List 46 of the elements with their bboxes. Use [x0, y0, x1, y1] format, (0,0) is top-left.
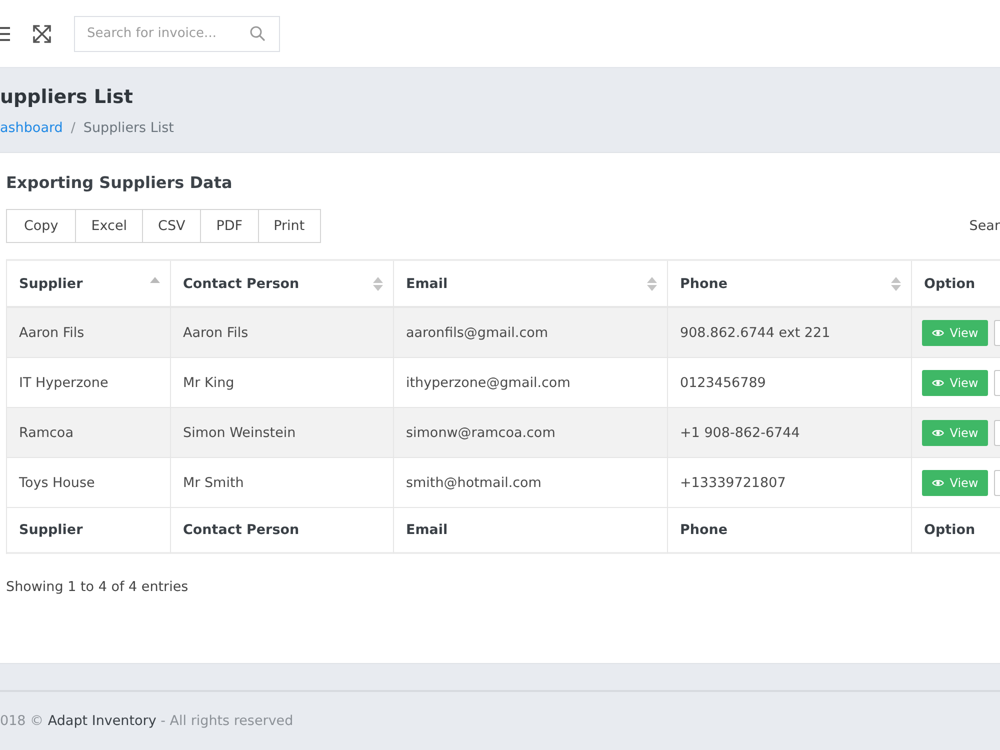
table-cell: aaronfils@gmail.com	[394, 308, 668, 358]
table-cell: +1 908-862-6744	[668, 408, 912, 458]
eye-icon	[932, 428, 944, 436]
entries-info: Showing 1 to 4 of 4 entries	[6, 578, 188, 597]
export-button[interactable]: CSV	[142, 209, 202, 243]
export-button[interactable]: Excel	[75, 209, 144, 243]
column-footer: Phone	[668, 508, 912, 554]
eye-icon	[932, 378, 944, 386]
table-cell: Aaron Fils	[171, 308, 394, 358]
card-title: Exporting Suppliers Data	[6, 172, 232, 194]
company-link[interactable]: Adapt Inventory	[48, 713, 156, 729]
table-cell: Aaron Fils	[7, 308, 171, 358]
copyright-text: 018 © Adapt Inventory - All rights reserved	[0, 713, 294, 729]
eye-icon	[932, 328, 944, 336]
search-field[interactable]: Search for invoice...	[74, 16, 280, 52]
menu-icon[interactable]	[0, 26, 10, 40]
column-footer: Contact Person	[171, 508, 394, 554]
option-button[interactable]	[994, 470, 1000, 496]
page-title: uppliers List	[0, 85, 133, 110]
expand-icon[interactable]	[33, 24, 51, 42]
breadcrumb-current: Suppliers List	[83, 119, 174, 138]
table-cell: +13339721807	[668, 458, 912, 508]
table-cell: Toys House	[7, 458, 171, 508]
option-button[interactable]	[994, 320, 1000, 346]
breadcrumb-separator: /	[70, 119, 76, 138]
search-icon[interactable]	[250, 26, 265, 40]
search-label: Sear	[969, 218, 1000, 234]
table-cell: Ramcoa	[7, 408, 171, 458]
sort-up-icon[interactable]	[150, 276, 160, 282]
table-cell: simonw@ramcoa.com	[394, 408, 668, 458]
table-cell: smith@hotmail.com	[394, 458, 668, 508]
sort-icon[interactable]	[647, 276, 657, 290]
table-cell: 908.862.6744 ext 221	[668, 308, 912, 358]
export-button[interactable]: PDF	[200, 209, 259, 243]
sort-icon[interactable]	[373, 276, 383, 290]
option-button[interactable]	[994, 420, 1000, 446]
option-button[interactable]	[994, 370, 1000, 396]
column-footer: Option	[912, 508, 1000, 554]
sort-icon[interactable]	[891, 276, 901, 290]
export-button[interactable]: Copy	[6, 209, 76, 243]
column-footer: Email	[394, 508, 668, 554]
table-cell: Simon Weinstein	[171, 408, 394, 458]
table-cell: Mr Smith	[171, 458, 394, 508]
export-button[interactable]: Print	[258, 209, 321, 243]
column-footer: Supplier	[7, 508, 171, 554]
eye-icon	[932, 478, 944, 486]
